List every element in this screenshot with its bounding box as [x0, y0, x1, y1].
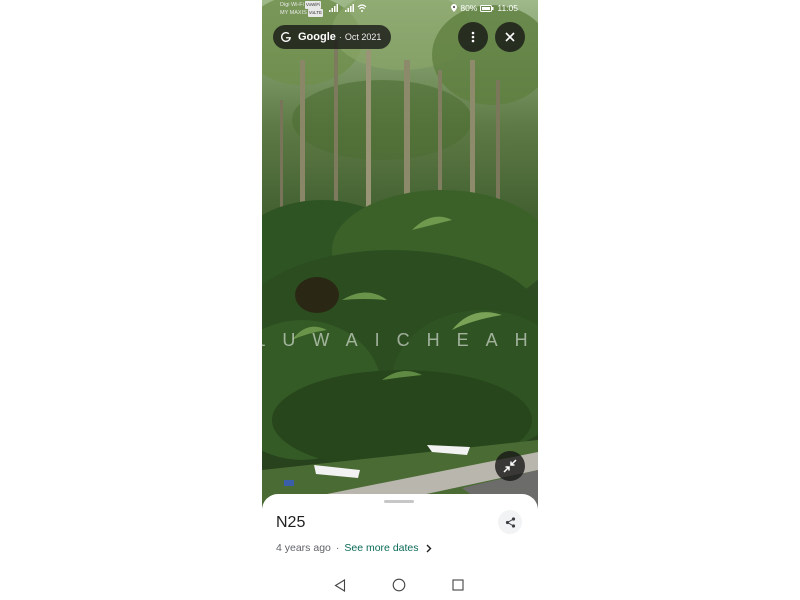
more-vert-icon [471, 31, 475, 43]
nav-home-icon [392, 578, 406, 592]
signal-icon [329, 4, 338, 12]
chip-separator: · [338, 32, 342, 42]
close-icon [505, 32, 515, 42]
more-options-button[interactable] [458, 22, 488, 52]
battery-percent: 80% [460, 3, 478, 13]
see-more-dates-link[interactable]: See more dates [344, 542, 418, 554]
google-logo-icon [281, 32, 291, 42]
imagery-meta: 4 years ago · See more dates [276, 542, 432, 554]
share-icon [505, 516, 515, 528]
meta-separator: · [335, 542, 340, 554]
carrier-line-2-tag: VoLTE [307, 9, 323, 17]
location-icon [451, 4, 458, 12]
nav-recents-icon [452, 579, 464, 591]
nav-recents-button[interactable] [451, 578, 465, 592]
carrier-line-1: Digi Wi-Fi [280, 2, 304, 8]
status-right: 80% 11:05 [451, 3, 518, 13]
nav-home-button[interactable] [392, 578, 406, 592]
wifi-icon [357, 4, 367, 12]
share-button[interactable] [498, 510, 522, 534]
signal-icon-2 [345, 4, 354, 12]
close-button[interactable] [495, 22, 525, 52]
status-bar: Digi Wi-Fi VoWiFi MY MAXIS VoLTE 80% 11:05 [262, 0, 538, 18]
place-title: N25 [276, 514, 306, 531]
nav-back-icon [334, 578, 346, 592]
carrier-line-1-tag: VoWiFi [304, 1, 322, 9]
carrier-info: Digi Wi-Fi VoWiFi MY MAXIS VoLTE [280, 1, 323, 17]
imagery-age: 4 years ago [276, 542, 331, 554]
nav-back-button[interactable] [333, 578, 347, 592]
battery-icon [480, 4, 494, 12]
phone-screen: Digi Wi-Fi VoWiFi MY MAXIS VoLTE 80% 11:05… [262, 0, 538, 600]
imagery-source-chip[interactable]: Google · Oct 2021 [273, 25, 391, 49]
street-view-image[interactable] [262, 0, 538, 510]
collapse-arrows-icon [503, 459, 517, 473]
imagery-date: Oct 2021 [344, 32, 382, 42]
imagery-provider: Google [298, 31, 336, 43]
forest-scene [262, 0, 538, 510]
drag-handle[interactable] [384, 500, 414, 503]
clock: 11:05 [497, 3, 518, 13]
chevron-right-icon[interactable] [426, 544, 432, 553]
collapse-view-button[interactable] [495, 451, 525, 481]
system-nav-bar [262, 572, 538, 598]
carrier-line-2: MY MAXIS [280, 10, 307, 16]
